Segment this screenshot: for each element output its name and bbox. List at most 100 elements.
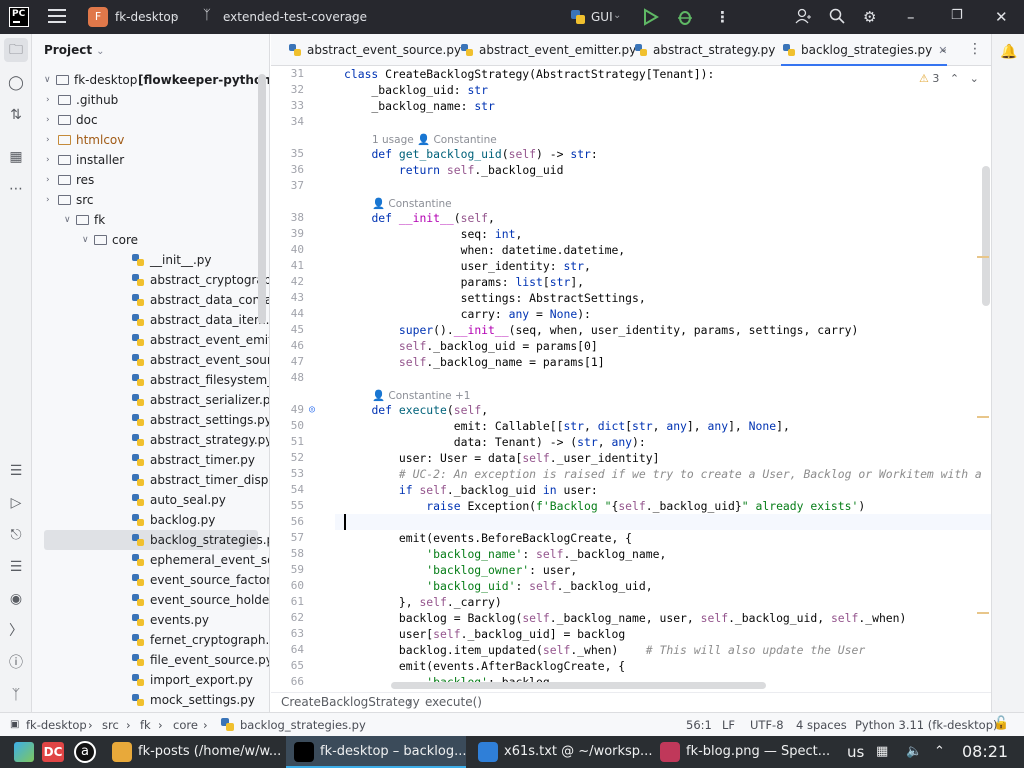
line-number[interactable]: 35: [271, 146, 304, 162]
file-item[interactable]: abstract_timer.py: [32, 450, 269, 470]
clock[interactable]: 08:21: [962, 736, 1008, 768]
folder-item[interactable]: › doc: [32, 110, 269, 130]
todo-icon[interactable]: ☰: [7, 462, 25, 480]
line-number[interactable]: 51: [271, 434, 304, 450]
file-item[interactable]: abstract_serializer.py: [32, 390, 269, 410]
folder-item[interactable]: › .github: [32, 90, 269, 110]
pull-request-icon[interactable]: ⇅: [7, 106, 25, 124]
minimize-icon[interactable]: –: [907, 8, 915, 26]
line-number[interactable]: 56: [271, 514, 304, 530]
line-number[interactable]: 49: [271, 402, 304, 418]
change-marker[interactable]: [977, 612, 989, 614]
code-lens-hint[interactable]: 👤 Constantine +1: [372, 389, 470, 402]
project-badge-icon[interactable]: F: [88, 7, 108, 27]
line-number[interactable]: 43: [271, 290, 304, 306]
line-separator[interactable]: LF: [722, 718, 735, 732]
editor-horizontal-scrollbar[interactable]: [391, 682, 766, 689]
line-number[interactable]: 36: [271, 162, 304, 178]
file-item[interactable]: abstract_settings.py: [32, 410, 269, 430]
line-number[interactable]: 40: [271, 242, 304, 258]
pycharm-logo-icon[interactable]: PC: [9, 7, 29, 27]
line-number[interactable]: 33: [271, 98, 304, 114]
taskbar-task[interactable]: x61s.txt @ ~/worksp...: [470, 736, 652, 768]
status-path-file[interactable]: backlog_strategies.py: [240, 718, 366, 732]
problems-icon[interactable]: ⓘ: [7, 654, 25, 672]
line-number[interactable]: 52: [271, 450, 304, 466]
debug-icon[interactable]: [677, 8, 693, 30]
project-scrollbar[interactable]: [258, 74, 266, 324]
chevron-right-icon[interactable]: ›: [46, 110, 50, 130]
add-user-icon[interactable]: [795, 8, 811, 28]
file-item[interactable]: __init__.py: [32, 250, 269, 270]
file-item[interactable]: abstract_data_item.py: [32, 310, 269, 330]
line-number[interactable]: 65: [271, 658, 304, 674]
status-path-core[interactable]: core: [173, 718, 198, 732]
status-path-project[interactable]: fk-desktop: [26, 718, 87, 732]
tab-abstract-event-source[interactable]: abstract_event_source.py: [287, 34, 461, 66]
pinned-app-icon[interactable]: DC: [42, 742, 64, 762]
services-icon[interactable]: ◉: [7, 590, 25, 608]
file-item[interactable]: mock_settings.py: [32, 690, 269, 710]
search-icon[interactable]: [829, 8, 845, 28]
pinned-app-a-icon[interactable]: a: [74, 741, 96, 763]
file-item[interactable]: event_source_factory.py: [32, 570, 269, 590]
line-number[interactable]: 53: [271, 466, 304, 482]
file-item[interactable]: abstract_timer_display.py: [32, 470, 269, 490]
folder-item[interactable]: › src: [32, 190, 269, 210]
project-panel-title[interactable]: Project ⌄: [44, 43, 104, 57]
chevron-down-icon[interactable]: ⌄: [349, 10, 357, 21]
chevron-down-icon[interactable]: ⌄: [613, 10, 621, 21]
caret-position[interactable]: 56:1: [686, 718, 712, 732]
folder-item[interactable]: ∨ core: [32, 230, 269, 250]
file-item[interactable]: event_source_holder.py: [32, 590, 269, 610]
line-number[interactable]: 66: [271, 674, 304, 690]
line-number[interactable]: 31: [271, 66, 304, 82]
chevron-right-icon[interactable]: ›: [46, 190, 50, 210]
chevron-down-icon[interactable]: ∨: [82, 230, 89, 250]
python-packages-icon[interactable]: ⎋: [7, 526, 25, 544]
breadcrumb-method[interactable]: execute(): [425, 695, 482, 709]
line-number[interactable]: 44: [271, 306, 304, 322]
file-item[interactable]: file_event_source.py: [32, 650, 269, 670]
tab-abstract-strategy[interactable]: abstract_strategy.py: [633, 34, 775, 66]
line-number[interactable]: 32: [271, 82, 304, 98]
run-tool-icon[interactable]: ▷: [7, 494, 25, 512]
python-interpreter[interactable]: Python 3.11 (fk-desktop): [855, 718, 997, 732]
more-actions-icon[interactable]: ⋮: [715, 8, 730, 26]
chevron-right-icon[interactable]: ›: [46, 130, 50, 150]
chevron-right-icon[interactable]: ›: [46, 150, 50, 170]
inspection-widget[interactable]: ⚠ 3 ⌃ ⌄: [919, 72, 979, 85]
more-tabs-icon[interactable]: ⋮: [968, 41, 982, 57]
terminal-icon[interactable]: 〉: [7, 622, 25, 640]
line-number[interactable]: 38: [271, 210, 304, 226]
breadcrumb-class[interactable]: CreateBacklogStrategy: [281, 695, 420, 709]
python-run-config-icon[interactable]: [570, 9, 586, 25]
folder-item[interactable]: › res: [32, 170, 269, 190]
folder-item[interactable]: ∨ fk: [32, 210, 269, 230]
line-number[interactable]: 61: [271, 594, 304, 610]
project-switcher[interactable]: fk-desktop: [115, 10, 178, 24]
line-number[interactable]: 58: [271, 546, 304, 562]
code-editor[interactable]: 31 class CreateBacklogStrategy(AbstractSt…: [271, 66, 991, 692]
line-number[interactable]: 37: [271, 178, 304, 194]
run-config-selector[interactable]: GUI: [591, 10, 613, 24]
line-number[interactable]: 54: [271, 482, 304, 498]
line-number[interactable]: 59: [271, 562, 304, 578]
line-number[interactable]: 47: [271, 354, 304, 370]
status-path-fk[interactable]: fk: [140, 718, 151, 732]
folder-item[interactable]: › installer: [32, 150, 269, 170]
line-number[interactable]: 41: [271, 258, 304, 274]
line-number[interactable]: 55: [271, 498, 304, 514]
file-item[interactable]: abstract_strategy.py: [32, 430, 269, 450]
file-item[interactable]: fernet_cryptograph.py: [32, 630, 269, 650]
file-item[interactable]: abstract_cryptograph.py: [32, 270, 269, 290]
line-number[interactable]: 39: [271, 226, 304, 242]
file-item[interactable]: ephemeral_event_source.py: [32, 550, 269, 570]
commit-icon[interactable]: ◯: [7, 74, 25, 92]
branch-icon[interactable]: ᛉ: [203, 8, 211, 23]
lock-icon[interactable]: 🔓: [993, 716, 1009, 731]
editor-vertical-scrollbar[interactable]: [982, 166, 990, 306]
line-number[interactable]: 64: [271, 642, 304, 658]
tab-backlog-strategies[interactable]: backlog_strategies.py ✕: [781, 34, 948, 66]
structure-icon[interactable]: ▦: [7, 148, 25, 166]
